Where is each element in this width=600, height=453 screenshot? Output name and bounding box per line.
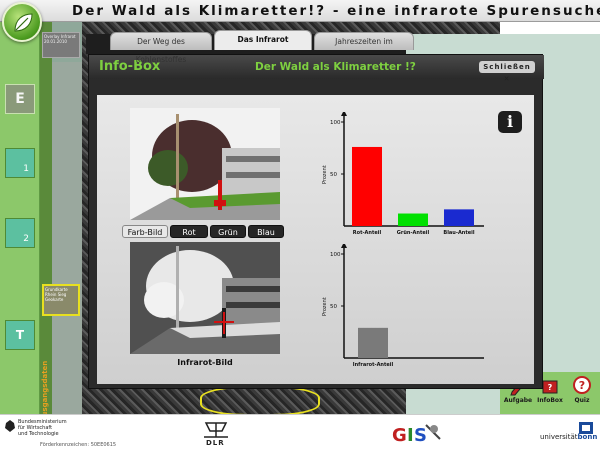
infobox-subtitle: Der Wald als Klimaretter !? [255,61,416,73]
svg-text:?: ? [579,379,585,392]
y-tick-label: 50 [330,172,337,178]
uni-bonn-icon [579,422,593,434]
sidebar-item-e[interactable]: E [5,84,35,114]
book-icon: ? [542,380,558,394]
layer-panel-body [52,62,82,414]
sidebar-item-2[interactable]: 2 [5,218,35,248]
sidebar-item-t[interactable]: T [5,320,35,350]
x-tick-label: Blau-Anteil [443,230,474,236]
tab-das-infrarot[interactable]: Das Infrarot [214,30,312,50]
svg-text:?: ? [548,383,553,392]
svg-text:I: I [407,425,414,446]
color-button-blau[interactable]: Blau [248,225,284,238]
color-photo [130,108,280,220]
map-outline [200,386,320,416]
y-axis-arrow [341,112,347,116]
y-tick-label: 50 [330,304,337,310]
infrared-photo [130,242,280,354]
y-axis-arrow [341,244,347,248]
infrared-share-chart: 50 100 Prozent Infrarot-Anteil [322,244,484,368]
footer: Bundesministerium für Wirtschaft und Tec… [0,414,600,451]
app-logo[interactable] [2,2,42,42]
eagle-icon [5,420,15,432]
x-tick-label: Rot-Anteil [353,230,382,236]
sidebar-item-1[interactable]: 1 [5,148,35,178]
header-bar: Der Wald als Klimaretter!? - eine infrar… [0,0,600,22]
infrared-caption: Infrarot-Bild [177,358,233,367]
bar-rot-anteil [352,146,382,226]
y-axis-label: Prozent [322,297,328,316]
layer-thumb-base[interactable]: Grundkarte Rhein Sieg Geokarte [42,284,80,316]
layer-vertical-label: Ausgangsdaten [41,360,49,422]
color-share-chart: 50 100 Prozent Rot-Anteil Grün-Anteil Blau-An… [322,112,484,236]
color-button-gruen[interactable]: Grün [210,225,246,238]
info-icon[interactable]: i [498,111,522,133]
x-tick-label: Infrarot-Anteil [353,362,394,368]
svg-text:S: S [414,425,427,446]
layer-thumb-infrared[interactable]: Overlay Infrarot 20.01.2010 [42,32,80,58]
leaf-icon [14,13,33,32]
tab-weg-des-kohlenstoffes[interactable]: Der Weg des Kohlenstoffes [110,32,212,64]
y-tick-label: 100 [330,120,341,126]
bar-grün-anteil [398,213,428,226]
dlr-logo: DLR [196,419,236,449]
gis-icon: G I S [392,424,441,446]
y-tick-label: 100 [330,252,341,258]
color-button-farbbild[interactable]: Farb-Bild [122,225,168,238]
x-tick-label: Grün-Anteil [397,230,430,236]
tab-jahreszeiten[interactable]: Jahreszeiten im [314,32,414,50]
svg-text:G: G [392,425,407,446]
bar-infrarot-anteil [358,327,388,358]
bmwi-logo-text: Bundesministerium für Wirtschaft und Tec… [18,419,67,437]
y-axis-label: Prozent [322,165,328,184]
color-button-rot[interactable]: Rot [170,225,208,238]
street-scene-image [130,108,280,220]
question-icon: ? [573,376,591,394]
bar-blau-anteil [444,209,474,226]
close-button[interactable]: Schließen ✕ [479,61,535,83]
layer-panel: Overlay Infrarot 20.01.2010 Grundkarte R… [40,22,82,422]
funding-code: Förderkennzeichen: 50EE0615 [40,442,117,448]
infrared-scene-image [130,242,280,354]
left-sidebar: E 1 2 T [0,22,40,414]
quiz-button[interactable]: ? Quiz [566,372,598,414]
gis-logo: G I S [390,419,444,449]
page-title: Der Wald als Klimaretter!? - eine infrar… [72,3,600,19]
